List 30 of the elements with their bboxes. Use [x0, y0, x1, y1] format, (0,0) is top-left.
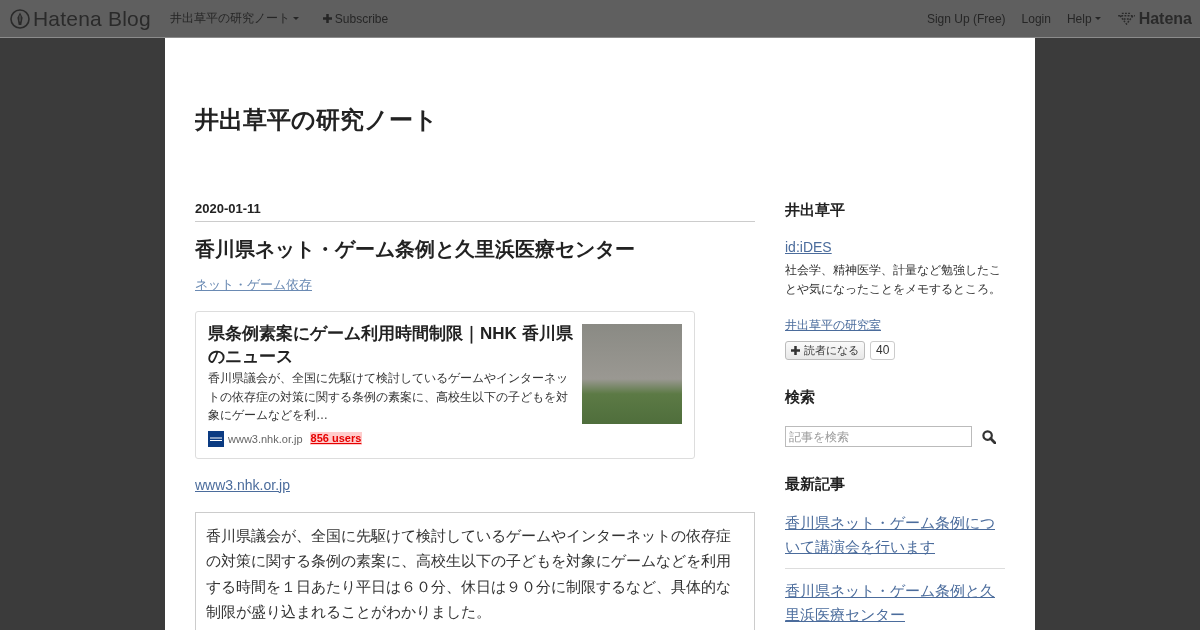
card-domain: www3.nhk.or.jp [228, 431, 303, 447]
nib-logo-icon [10, 8, 30, 29]
plus-icon [322, 14, 332, 23]
caret-icon [1094, 17, 1101, 20]
search-heading: 検索 [785, 387, 816, 407]
recent-heading: 最新記事 [785, 474, 846, 494]
blockquote-text: 香川県議会が、全国に先駆けて検討しているゲームやインターネットの依存症の対策に関する条例の素案に、高校生以下の子どもを対象にゲームなどを利用する時間を１日あたり平日は６０分、休日は９０分に制限するなど、具体的な制限が盛り込まれることがわかりました。 [195, 511, 755, 630]
subscriber-count: 40 [870, 341, 896, 360]
site-link[interactable]: 井出草平の研究室 [785, 316, 881, 334]
user-id-link[interactable]: id:iDES [785, 237, 832, 257]
plus-icon [791, 346, 800, 355]
entry-date[interactable]: 2020-01-11 [195, 200, 261, 218]
source-link[interactable]: www3.nhk.or.jp [195, 474, 290, 495]
search-icon[interactable] [982, 429, 996, 444]
search-field[interactable]: 記事を検索 [785, 426, 972, 447]
profile-heading: 井出草平 [785, 200, 846, 220]
recent-article-link[interactable]: 香川県ネット・ゲーム条例について講演会を行います [785, 511, 1005, 559]
category-link[interactable]: ネット・ゲーム依存 [195, 277, 312, 292]
card-description: 香川県議会が、全国に先駆けて検討しているゲームやインターネットの依存症の対策に関する条例の素案に、高校生以下の子どもを対象にゲームなどを利… [208, 370, 569, 424]
site-logo-icon [208, 430, 224, 447]
profile-description: 社会学、精神医学、計量など勉強したことや気になったことをメモするところ。 [785, 262, 1002, 298]
card-title-link[interactable]: 県条例素案にゲーム利用時間制限｜NHK 香川県のニュース [208, 322, 574, 368]
caret-icon [292, 17, 299, 20]
article-title[interactable]: 香川県ネット・ゲーム条例と久里浜医療センター [195, 235, 635, 263]
embed-card[interactable]: 県条例素案にゲーム利用時間制限｜NHK 香川県のニュース 香川県議会が、全国に先駆けて検討しているゲームやインターネットの依存症の対策に関する条例の素案に、高校生以下の子どもを対象にゲームなどを利… www3.nhk.or.jp 856 users [195, 311, 695, 459]
bookmark-count-link[interactable]: 856 users [309, 432, 363, 445]
subscribe-button[interactable]: 読者になる [785, 341, 865, 360]
recent-article-link[interactable]: 香川県ネット・ゲーム条例と久里浜医療センター [785, 579, 1005, 627]
blog-title[interactable]: 井出草平の研究ノート [195, 103, 438, 137]
dotted-logo-icon [1116, 12, 1136, 25]
